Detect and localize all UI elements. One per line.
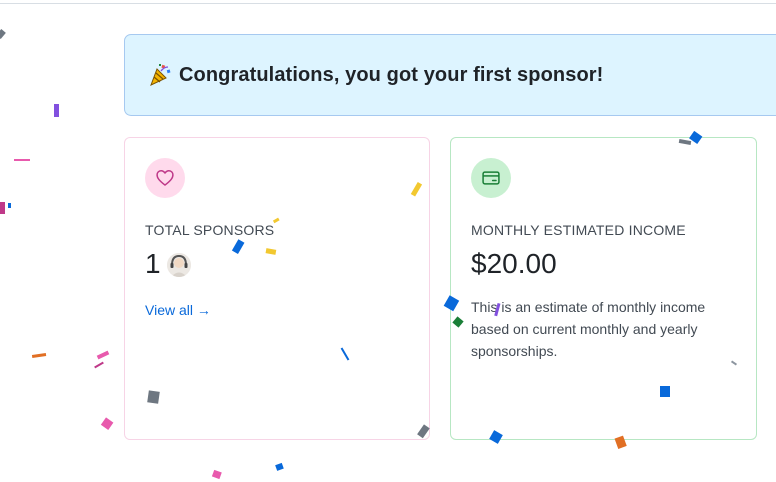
confetti-piece (100, 417, 114, 430)
confetti-piece (0, 202, 5, 214)
header-divider (0, 3, 776, 4)
sponsor-avatar[interactable] (166, 253, 191, 277)
total-sponsors-card: TOTAL SPONSORS 1 View all → (124, 137, 430, 440)
confetti-piece (96, 350, 110, 360)
success-banner: Congratulations, you got your first spon… (124, 34, 776, 116)
total-sponsors-count: 1 (145, 248, 161, 279)
confetti-piece (211, 469, 222, 480)
total-sponsors-value-row: 1 (145, 246, 191, 282)
party-popper-icon (147, 62, 173, 88)
confetti-piece (275, 462, 284, 471)
monthly-income-value: $20.00 (471, 248, 557, 279)
heart-icon-badge (145, 158, 185, 198)
monthly-income-description: This is an estimate of monthly income ba… (471, 299, 706, 359)
page: Congratulations, you got your first spon… (0, 0, 776, 482)
confetti-piece (54, 104, 59, 117)
confetti-piece (8, 203, 11, 208)
monthly-income-label: MONTHLY ESTIMATED INCOME (471, 222, 686, 238)
credit-card-icon (482, 171, 500, 185)
view-all-sponsors-link[interactable]: View all → (145, 302, 211, 318)
total-sponsors-label: TOTAL SPONSORS (145, 222, 275, 238)
monthly-income-value-row: $20.00 (471, 246, 557, 282)
credit-card-icon-badge (471, 158, 511, 198)
monthly-income-card: MONTHLY ESTIMATED INCOME $20.00 This is … (450, 137, 757, 440)
confetti-piece (31, 353, 47, 358)
confetti-piece (14, 159, 30, 161)
confetti-piece (0, 29, 6, 39)
heart-icon (156, 170, 174, 186)
banner-message: Congratulations, you got your first spon… (179, 63, 604, 86)
confetti-piece (94, 361, 104, 369)
